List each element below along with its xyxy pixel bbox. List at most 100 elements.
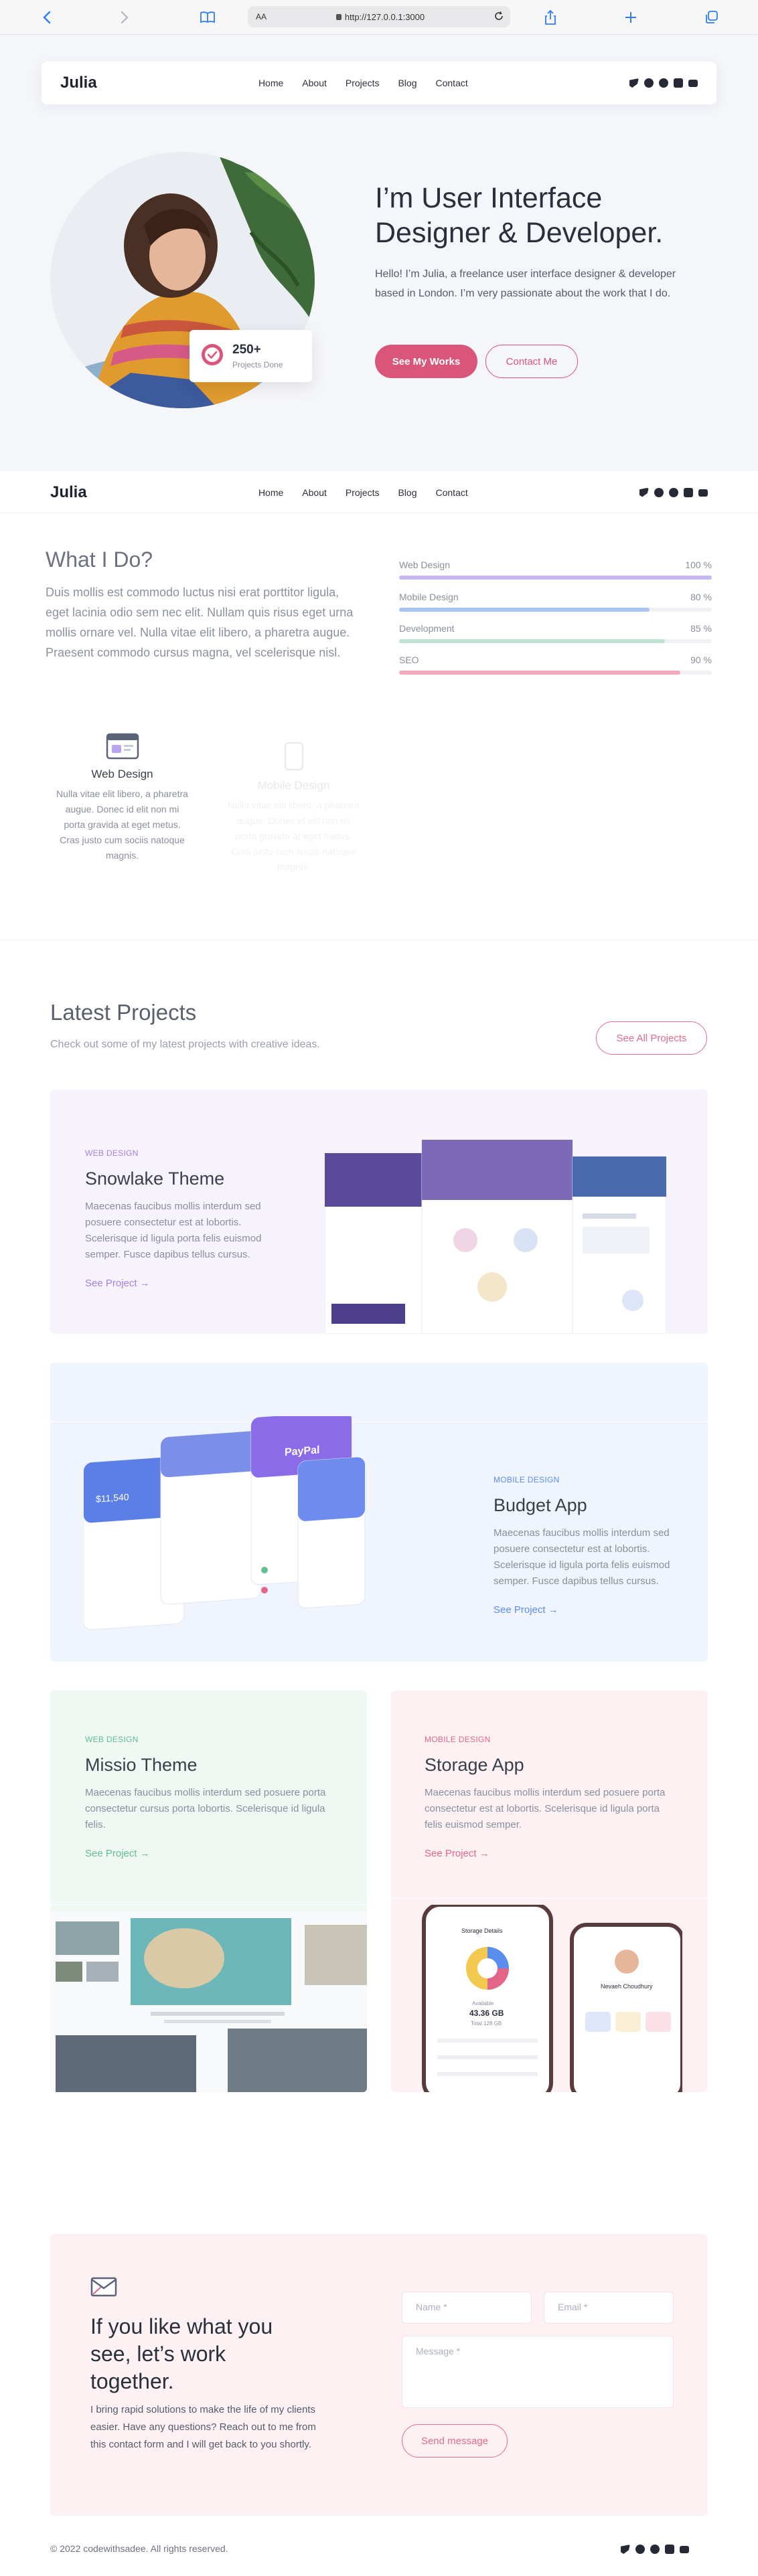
skill-percent: 90 % <box>690 655 712 665</box>
nav-home[interactable]: Home <box>258 487 283 498</box>
send-message-button[interactable]: Send message <box>402 2424 508 2458</box>
youtube-icon[interactable] <box>698 489 708 497</box>
footer-copyright: © 2022 codewithsadee. All rights reserve… <box>50 2543 228 2554</box>
project-tag: WEB DESIGN <box>85 1148 139 1158</box>
back-icon[interactable] <box>37 8 56 27</box>
footer-social-links <box>621 2545 689 2554</box>
browser-window-icon <box>54 733 191 760</box>
project-card-snowlake: WEB DESIGN Snowlake Theme Maecenas fauci… <box>50 1090 708 1334</box>
project-tag: MOBILE DESIGN <box>425 1735 491 1744</box>
nav-projects[interactable]: Projects <box>346 487 380 498</box>
skill-development: Development 85 % <box>399 623 712 650</box>
instagram-icon[interactable] <box>665 2545 674 2554</box>
contact-me-button[interactable]: Contact Me <box>485 345 578 378</box>
see-project-link[interactable]: See Project → <box>85 1848 339 1859</box>
dribbble-icon[interactable] <box>658 78 668 88</box>
skill-percent: 85 % <box>690 623 712 634</box>
facebook-icon[interactable] <box>635 2545 645 2554</box>
nav-projects[interactable]: Projects <box>346 78 380 88</box>
profile-name-text: Nevaeh Choudhury <box>601 1983 653 1990</box>
projects-done-label: Projects Done <box>232 360 283 369</box>
project-description: Maecenas faucibus mollis interdum sed po… <box>494 1527 670 1587</box>
reload-icon[interactable] <box>494 11 504 23</box>
service-web-design: Web Design Nulla vitae elit libero, a ph… <box>54 733 191 863</box>
bookmarks-icon[interactable] <box>198 8 217 27</box>
tabs-icon[interactable] <box>702 8 721 27</box>
skill-mobile-design: Mobile Design 80 % <box>399 592 712 618</box>
forward-icon[interactable] <box>115 8 134 27</box>
email-field[interactable]: Email * <box>544 2292 674 2324</box>
dribbble-icon[interactable] <box>650 2545 660 2554</box>
share-icon[interactable] <box>541 8 560 27</box>
see-project-link[interactable]: See Project → <box>85 1278 286 1289</box>
badge-check-icon <box>200 343 224 370</box>
nav-links: Home About Projects Blog Contact <box>258 487 468 498</box>
facebook-icon[interactable] <box>643 78 654 88</box>
project-name: Snowlake Theme <box>85 1169 225 1189</box>
nav-links: Home About Projects Blog Contact <box>258 78 468 88</box>
skill-percent: 100 % <box>685 560 712 570</box>
twitter-icon[interactable] <box>639 487 649 497</box>
logo[interactable]: Julia <box>50 483 87 502</box>
see-project-link[interactable]: See Project → <box>494 1604 688 1616</box>
storage-app-mockup-image: Storage Details Available 43.36 GB Total… <box>421 1903 684 2092</box>
storage-total-text: Total 128 GB <box>471 2021 502 2027</box>
project-tag: WEB DESIGN <box>85 1735 139 1744</box>
text-size-button[interactable]: AA <box>256 12 267 21</box>
service-title: Mobile Design <box>257 779 330 792</box>
youtube-icon[interactable] <box>688 80 698 87</box>
nav-contact[interactable]: Contact <box>436 487 468 498</box>
hero-description: Hello! I’m Julia, a freelance user inter… <box>375 268 676 299</box>
skill-name: Development <box>399 623 455 634</box>
project-tag: MOBILE DESIGN <box>494 1475 560 1484</box>
name-field[interactable]: Name * <box>402 2292 532 2324</box>
contact-text: I bring rapid solutions to make the life… <box>90 2404 316 2450</box>
instagram-icon[interactable] <box>683 487 693 497</box>
skill-bar-fill <box>399 608 650 612</box>
skill-percent: 80 % <box>690 592 712 602</box>
nav-about[interactable]: About <box>302 78 327 88</box>
see-project-link[interactable]: See Project → <box>425 1848 679 1859</box>
skill-name: Mobile Design <box>399 592 459 602</box>
nav-about[interactable]: About <box>302 487 327 498</box>
projects-title: Latest Projects <box>50 1000 197 1025</box>
service-title: Web Design <box>91 768 153 780</box>
twitter-icon[interactable] <box>629 78 639 88</box>
see-my-works-button[interactable]: See My Works <box>375 345 477 378</box>
project-description: Maecenas faucibus mollis interdum sed po… <box>85 1787 326 1830</box>
budget-app-mockup-image: $11,540 PayPal <box>83 1411 372 1647</box>
project-card-missio: WEB DESIGN Missio Theme Maecenas faucibu… <box>50 1691 367 2092</box>
youtube-icon[interactable] <box>680 2546 689 2553</box>
storage-value-text: 43.36 GB <box>469 2008 504 2018</box>
project-name: Budget App <box>494 1495 587 1515</box>
see-all-projects-button[interactable]: See All Projects <box>596 1021 707 1055</box>
facebook-icon[interactable] <box>654 487 664 497</box>
address-bar[interactable]: AA http://127.0.0.1:3000 <box>248 6 510 27</box>
service-mobile-design: Mobile Design Nulla vitae elit libero, a… <box>225 742 362 875</box>
nav-home[interactable]: Home <box>258 78 283 88</box>
dribbble-icon[interactable] <box>668 487 678 497</box>
nav-blog[interactable]: Blog <box>398 487 416 498</box>
browser-toolbar: AA http://127.0.0.1:3000 <box>0 0 758 35</box>
message-field[interactable]: Message * <box>402 2336 674 2408</box>
skill-name: SEO <box>399 655 419 665</box>
skill-bar-fill <box>399 576 712 580</box>
project-description: Maecenas faucibus mollis interdum sed po… <box>85 1201 262 1260</box>
contact-title: If you like what you see, let’s work tog… <box>90 2314 273 2393</box>
storage-title-text: Storage Details <box>461 1927 503 1934</box>
projects-subtitle: Check out some of my latest projects wit… <box>50 1039 320 1050</box>
social-links <box>639 487 708 497</box>
new-tab-icon[interactable] <box>621 8 640 27</box>
missio-mockup-image <box>50 1911 367 2092</box>
instagram-icon[interactable] <box>673 78 683 88</box>
nav-blog[interactable]: Blog <box>398 78 416 88</box>
what-i-do-text: Duis mollis est commodo luctus nisi erat… <box>46 586 354 659</box>
twitter-icon[interactable] <box>621 2545 630 2554</box>
service-text: Nulla vitae elit libero, a pharetra augu… <box>228 800 360 872</box>
mail-icon <box>90 2277 117 2300</box>
logo[interactable]: Julia <box>60 74 97 92</box>
nav-contact[interactable]: Contact <box>436 78 468 88</box>
project-card-budget-app: $11,540 PayPal MOBILE DESIGN Budget App … <box>50 1363 708 1662</box>
social-links <box>629 78 698 88</box>
skill-name: Web Design <box>399 560 451 570</box>
